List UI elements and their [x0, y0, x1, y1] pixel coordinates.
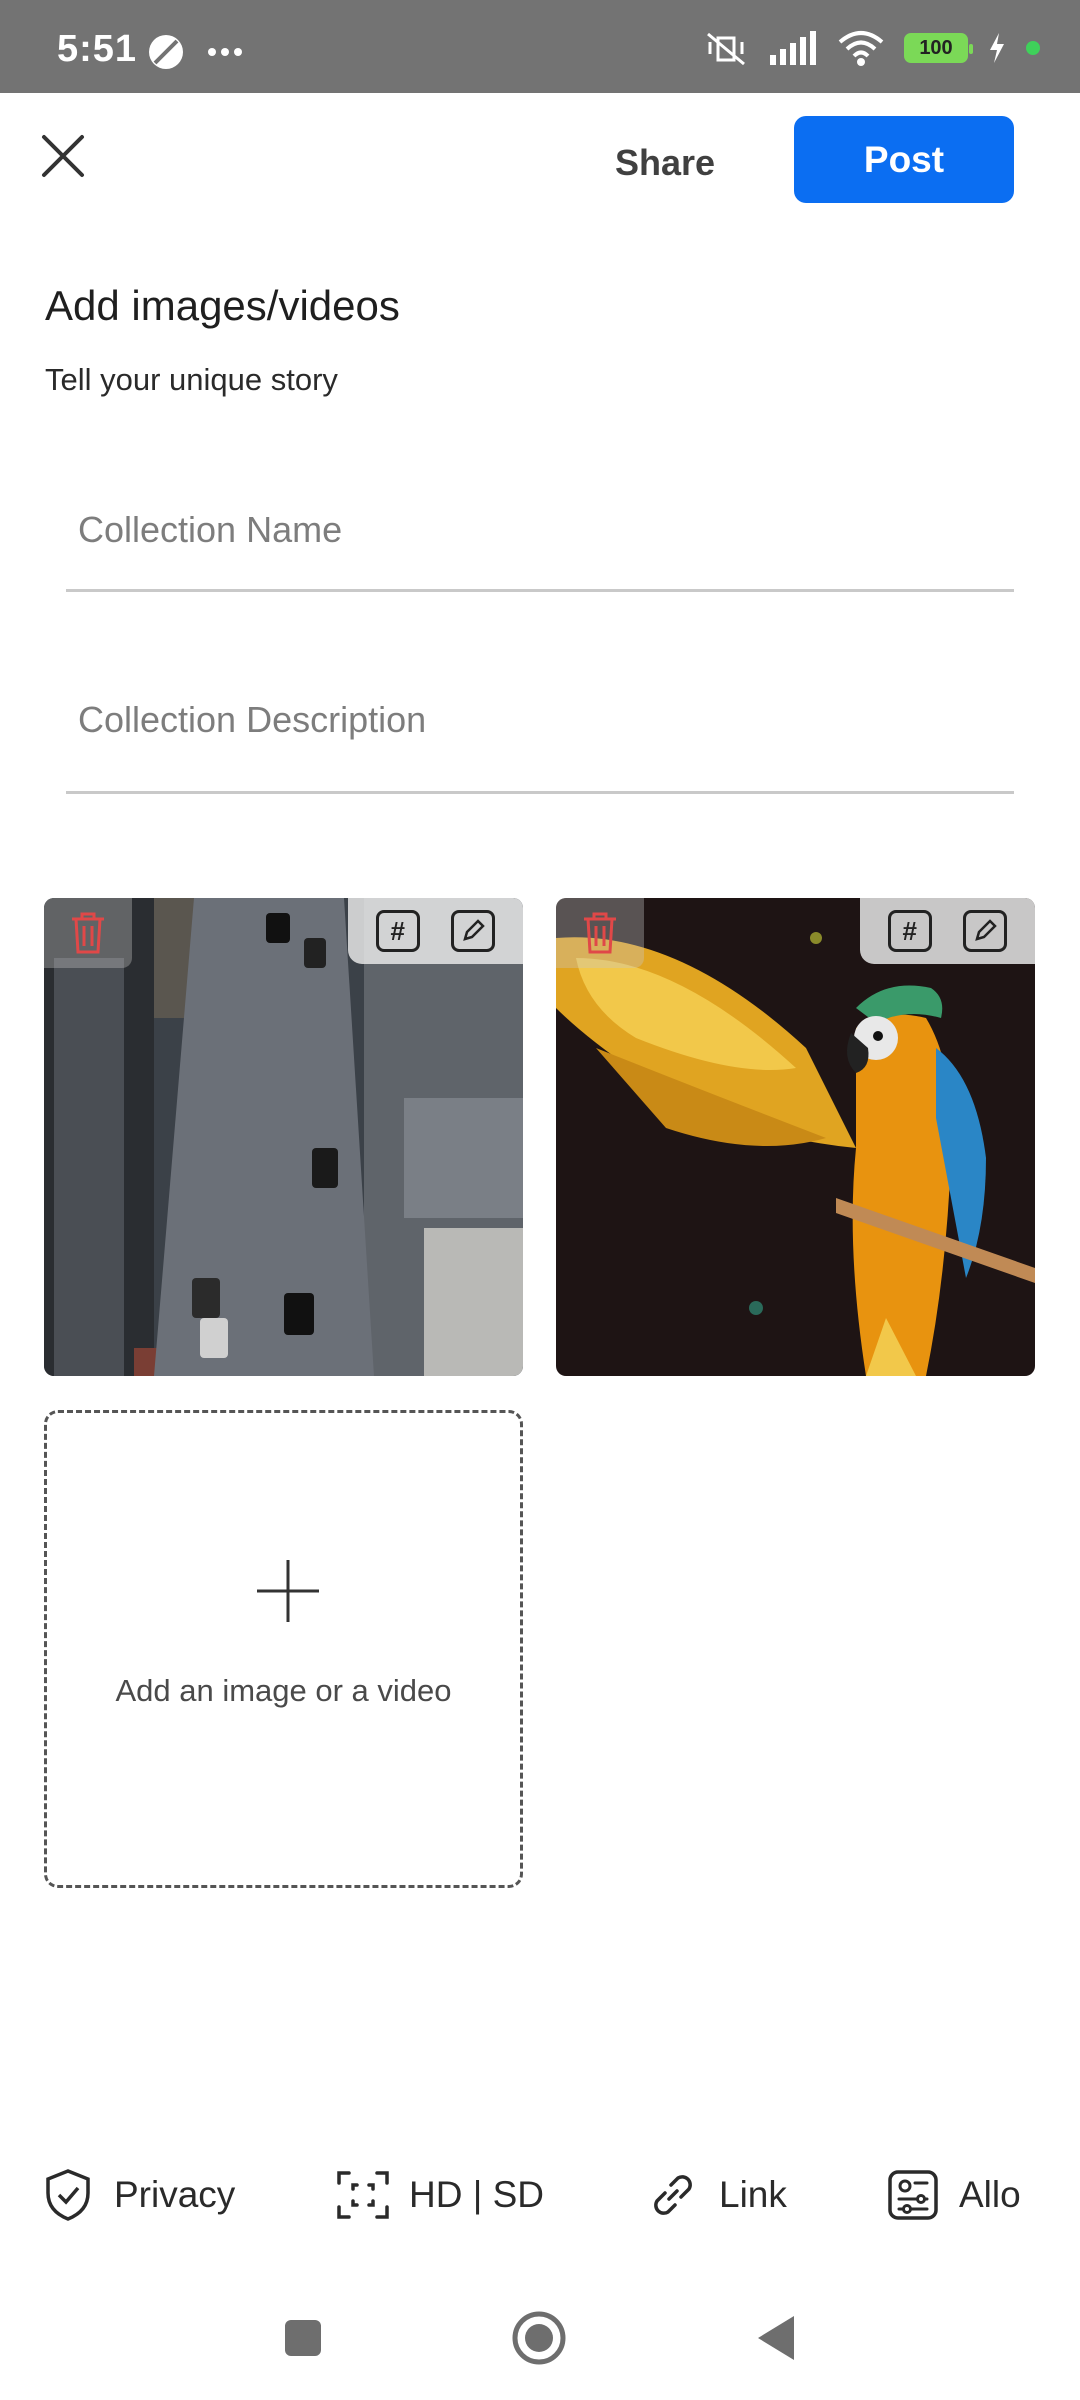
- collection-name-field: [66, 480, 1014, 592]
- media-action-bar: #: [348, 898, 523, 964]
- square-icon: [285, 2320, 321, 2356]
- add-media-button[interactable]: Add an image or a video: [44, 1410, 523, 1888]
- delete-button[interactable]: [44, 898, 132, 968]
- status-bar: 5:51 100: [0, 0, 1080, 93]
- post-button[interactable]: Post: [794, 116, 1014, 203]
- allow-label: Allo: [959, 2174, 1021, 2215]
- quality-button[interactable]: HD | SD: [335, 2162, 544, 2228]
- parrot-photo: [556, 898, 1035, 1376]
- vibrate-mute-icon: [707, 32, 745, 66]
- trash-icon: [584, 912, 616, 954]
- recents-button[interactable]: [275, 2310, 331, 2366]
- pencil-icon: [975, 919, 998, 941]
- link-button[interactable]: Link: [645, 2162, 787, 2228]
- close-icon: [42, 135, 84, 177]
- pencil-icon: [463, 919, 486, 941]
- share-button[interactable]: Share: [600, 133, 730, 193]
- header: Share Post: [0, 93, 1080, 223]
- page-subtitle: Tell your unique story: [45, 362, 338, 397]
- data-saver-icon: [149, 35, 183, 69]
- bottom-toolbar: Privacy HD | SD Link Allo: [0, 2150, 1080, 2240]
- gallery-settings-icon: [888, 2170, 938, 2220]
- edit-button[interactable]: [451, 910, 496, 952]
- allow-button[interactable]: Allo: [885, 2162, 1021, 2228]
- city-street-photo: [44, 898, 523, 1376]
- privacy-label: Privacy: [114, 2174, 236, 2215]
- shield-check-icon: [46, 2169, 90, 2221]
- collection-name-input[interactable]: [66, 480, 1014, 580]
- link-label: Link: [719, 2174, 787, 2215]
- collection-description-input[interactable]: [66, 670, 1014, 770]
- trash-icon: [72, 912, 104, 954]
- status-right-icons: 100: [704, 30, 1040, 66]
- home-button[interactable]: [511, 2310, 567, 2366]
- page-title: Add images/videos: [45, 282, 400, 329]
- charging-icon: [990, 33, 1004, 63]
- privacy-button[interactable]: Privacy: [40, 2162, 235, 2228]
- triangle-back-icon: [758, 2316, 794, 2360]
- focus-frame-icon: [337, 2171, 389, 2219]
- wifi-icon: [838, 31, 884, 66]
- status-left-icons: [147, 33, 243, 71]
- more-notifications-icon: [208, 48, 242, 56]
- media-tile-parrot[interactable]: #: [556, 898, 1035, 1376]
- back-button[interactable]: [748, 2310, 804, 2366]
- battery-indicator: 100: [904, 33, 973, 63]
- delete-button[interactable]: [556, 898, 644, 968]
- signal-icon: [770, 31, 816, 65]
- collection-description-field: [66, 670, 1014, 794]
- add-media-label: Add an image or a video: [115, 1673, 452, 1708]
- media-action-bar: #: [860, 898, 1035, 964]
- close-button[interactable]: [36, 129, 90, 183]
- status-time: 5:51: [57, 28, 138, 70]
- system-navigation-bar: [0, 2280, 1080, 2390]
- edit-button[interactable]: [963, 910, 1008, 952]
- status-dot: [1026, 41, 1040, 55]
- quality-label: HD | SD: [409, 2174, 545, 2215]
- circle-icon: [512, 2311, 566, 2365]
- media-tile-city-street[interactable]: #: [44, 898, 523, 1376]
- hashtag-button[interactable]: #: [887, 910, 932, 952]
- hashtag-button[interactable]: #: [375, 910, 420, 952]
- link-icon: [654, 2175, 692, 2215]
- plus-icon: [257, 1560, 319, 1622]
